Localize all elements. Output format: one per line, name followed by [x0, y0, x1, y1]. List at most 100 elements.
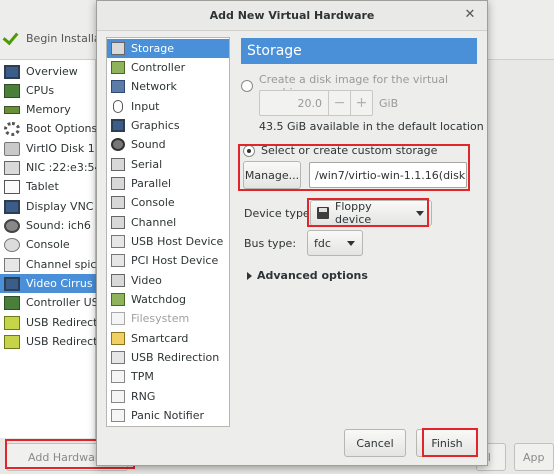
device-type-dropdown[interactable]: Floppy device — [310, 200, 432, 226]
controller-icon — [4, 295, 20, 310]
hw-item-graphics[interactable]: Graphics — [107, 116, 229, 135]
channel-icon — [111, 216, 125, 229]
hw-item-controller[interactable]: Controller — [107, 58, 229, 77]
bg-device-video-cirrus[interactable]: Video Cirrus — [0, 274, 96, 293]
mouse-icon — [113, 100, 123, 113]
usb-icon — [111, 235, 125, 248]
controller-icon — [111, 61, 125, 74]
begin-installation-button[interactable]: Begin Installati — [0, 28, 108, 48]
monitor-icon — [4, 199, 20, 214]
bg-device-sound[interactable]: Sound: ich6 — [0, 216, 96, 235]
device-type-value: Floppy device — [335, 200, 372, 226]
tpm-icon — [111, 370, 125, 383]
manage-button[interactable]: Manage... — [243, 161, 301, 189]
storage-heading: Storage — [241, 38, 477, 64]
bg-device-display-vnc[interactable]: Display VNC — [0, 197, 96, 216]
gear-icon — [4, 121, 20, 136]
console-icon — [4, 237, 20, 252]
folder-icon — [111, 312, 125, 325]
hardware-type-list: Storage Controller Network Input Graphic… — [106, 37, 230, 427]
add-hardware-dialog: Add New Virtual Hardware ✕ Storage Contr… — [96, 0, 488, 466]
storage-path-field[interactable]: /win7/virtio-win-1.1.16(disk driv — [309, 162, 467, 188]
hw-item-video[interactable]: Video — [107, 271, 229, 290]
plus-icon[interactable]: + — [350, 91, 372, 115]
dialog-title-bar: Add New Virtual Hardware — [97, 1, 487, 31]
hw-item-console[interactable]: Console — [107, 193, 229, 212]
monitor-icon — [4, 276, 20, 291]
rng-icon — [111, 390, 125, 403]
hw-item-smartcard[interactable]: Smartcard — [107, 329, 229, 348]
disk-icon — [4, 141, 20, 156]
monitor-icon — [4, 64, 20, 79]
hw-item-storage[interactable]: Storage — [107, 39, 229, 58]
custom-storage-label: Select or create custom storage — [261, 144, 438, 157]
cpu-icon — [4, 83, 20, 98]
network-icon — [111, 80, 125, 93]
background-apply-button-partial[interactable]: App — [514, 443, 554, 471]
bg-device-controller-usb[interactable]: Controller USB — [0, 293, 96, 312]
close-icon[interactable]: ✕ — [463, 8, 477, 22]
disk-size-spinner[interactable]: 20.0 − + — [259, 90, 373, 116]
usb-icon — [4, 334, 20, 349]
bg-device-overview[interactable]: Overview — [0, 62, 96, 81]
bg-device-boot-options[interactable]: Boot Options — [0, 119, 96, 138]
hw-item-usb-host-device[interactable]: USB Host Device — [107, 232, 229, 251]
background-device-list: Overview CPUs Memory Boot Options VirtIO… — [0, 60, 96, 474]
bg-device-channel-spice[interactable]: Channel spice — [0, 255, 96, 274]
disk-size-value: 20.0 — [297, 96, 323, 110]
advanced-options-expander[interactable]: Advanced options — [247, 269, 368, 282]
speaker-icon — [4, 218, 20, 233]
memory-icon — [4, 105, 20, 114]
bus-type-value: fdc — [314, 236, 331, 250]
speaker-icon — [111, 138, 125, 151]
bg-device-cpus[interactable]: CPUs — [0, 81, 96, 100]
watchdog-icon — [111, 293, 125, 306]
create-disk-radio[interactable] — [241, 80, 253, 92]
hw-item-serial[interactable]: Serial — [107, 155, 229, 174]
checkmark-icon — [2, 30, 18, 46]
hw-item-watchdog[interactable]: Watchdog — [107, 290, 229, 309]
bg-device-console[interactable]: Console — [0, 235, 96, 254]
hw-item-panic-notifier[interactable]: Panic Notifier — [107, 406, 229, 425]
hw-item-input[interactable]: Input — [107, 97, 229, 116]
bg-device-usb-redirector-2[interactable]: USB Redirector — [0, 332, 96, 351]
hw-item-usb-redirection[interactable]: USB Redirection — [107, 348, 229, 367]
usb-icon — [4, 315, 20, 330]
dialog-title: Add New Virtual Hardware — [209, 9, 375, 22]
usb-icon — [111, 351, 125, 364]
chevron-down-icon — [347, 240, 355, 246]
custom-storage-radio[interactable] — [243, 144, 255, 157]
bg-device-tablet[interactable]: Tablet — [0, 177, 96, 196]
console-icon — [111, 196, 125, 209]
monitor-icon — [111, 119, 125, 132]
chevron-down-icon — [416, 210, 424, 216]
bus-type-label: Bus type: — [244, 237, 297, 250]
channel-icon — [4, 257, 20, 272]
expander-arrow-icon — [247, 271, 252, 280]
bg-device-usb-redirector-1[interactable]: USB Redirector — [0, 313, 96, 332]
minus-icon[interactable]: − — [328, 91, 350, 115]
bg-device-memory[interactable]: Memory — [0, 100, 96, 119]
pci-icon — [111, 254, 125, 267]
hw-item-channel[interactable]: Channel — [107, 213, 229, 232]
hw-item-rng[interactable]: RNG — [107, 387, 229, 406]
hw-item-filesystem: Filesystem — [107, 309, 229, 328]
finish-button[interactable]: Finish — [416, 429, 478, 457]
bg-device-virtio-disk[interactable]: VirtIO Disk 1 — [0, 139, 96, 158]
hw-item-parallel[interactable]: Parallel — [107, 174, 229, 193]
video-icon — [111, 274, 125, 287]
smartcard-icon — [111, 332, 125, 345]
nic-icon — [4, 160, 20, 175]
hw-item-tpm[interactable]: TPM — [107, 367, 229, 386]
floppy-icon — [317, 207, 329, 219]
storage-icon — [111, 42, 125, 55]
hw-item-pci-host-device[interactable]: PCI Host Device — [107, 251, 229, 270]
advanced-options-label: Advanced options — [257, 269, 368, 282]
hw-item-network[interactable]: Network — [107, 77, 229, 96]
bg-device-nic[interactable]: NIC :22:e3:54 — [0, 158, 96, 177]
hw-item-sound[interactable]: Sound — [107, 135, 229, 154]
cancel-button[interactable]: Cancel — [344, 429, 406, 457]
bus-type-dropdown[interactable]: fdc — [307, 230, 363, 256]
custom-storage-radio-row[interactable]: Select or create custom storage — [243, 144, 437, 157]
disk-size-unit: GiB — [379, 97, 399, 110]
